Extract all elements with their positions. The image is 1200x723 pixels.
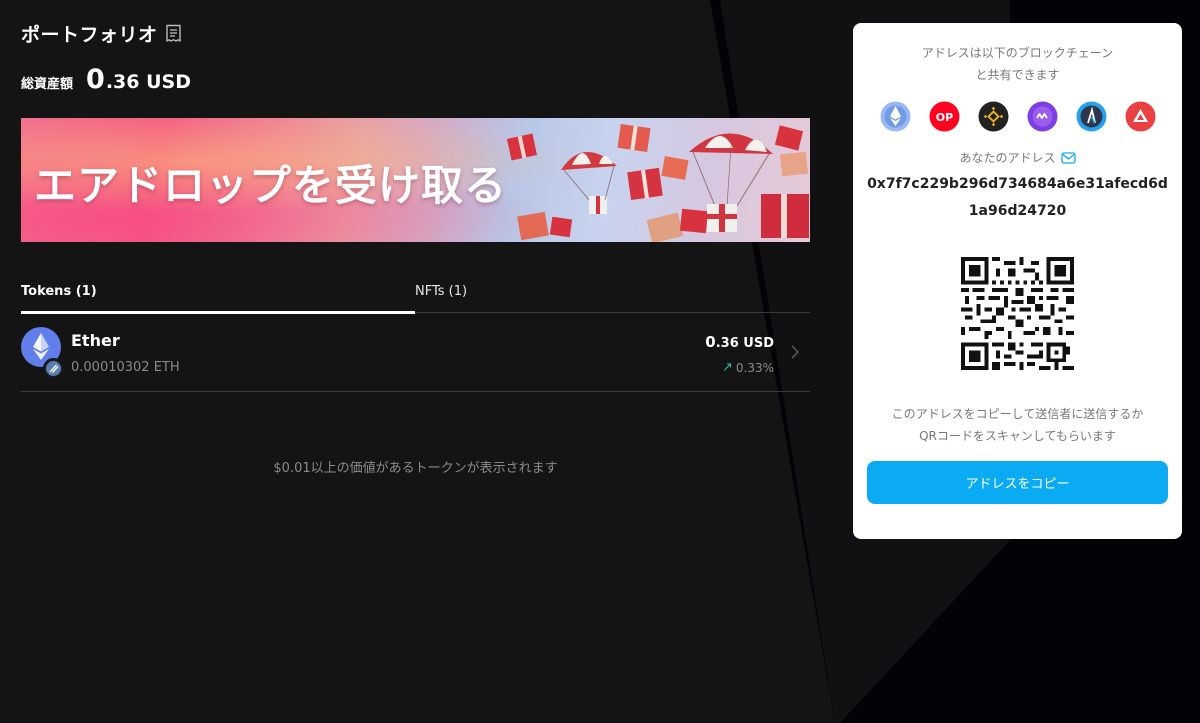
bnb-chain-icon (978, 101, 1009, 132)
token-value-int: 0 (705, 333, 716, 351)
token-change: ↗ 0.33% (722, 360, 774, 375)
tab-tokens[interactable]: Tokens (1) (21, 284, 97, 299)
token-value: 0 .36 USD (705, 333, 774, 351)
token-amount: 0.00010302 ETH (71, 360, 180, 375)
receive-panel: アドレスは以下のブロックチェーン と共有できます OP あなたのアドレス 0x7… (853, 23, 1182, 539)
total-assets-value-int: 0 (86, 64, 105, 95)
arrow-up-right-icon: ↗ (721, 360, 733, 375)
token-change-value: 0.33% (735, 360, 774, 375)
mail-icon[interactable] (1060, 151, 1076, 164)
total-assets-label: 総資産額 (21, 77, 74, 92)
min-value-note: $0.01以上の価値があるトークンが表示されます (273, 461, 558, 476)
total-assets: 総資産額 0 .36 USD (21, 64, 191, 95)
polygon-icon (1027, 101, 1058, 132)
chevron-right-icon (791, 345, 800, 359)
total-assets-value-rest: .36 USD (105, 71, 191, 93)
optimism-icon: OP (929, 101, 960, 132)
token-name: Ether (71, 331, 120, 350)
ethereum-icon (880, 101, 911, 132)
receipt-icon[interactable] (165, 24, 182, 43)
token-value-rest: .36 USD (715, 336, 774, 351)
avalanche-icon (1125, 101, 1156, 132)
airdrop-banner-text: エアドロップを受け取る (34, 161, 508, 210)
address-label: あなたのアドレス (959, 151, 1056, 165)
asset-tabs: Tokens (1) NFTs (1) (21, 278, 810, 314)
copy-address-button[interactable]: アドレスをコピー (867, 461, 1168, 504)
copy-instruction-line1: このアドレスをコピーして送信者に送信するか (891, 407, 1144, 421)
arbitrum-icon (1076, 101, 1107, 132)
title-row: ポートフォリオ (21, 20, 182, 47)
supported-chains: OP (880, 101, 1156, 132)
wallet-address: 0x7f7c229b296d734684a6e31afecd6d1a96d247… (867, 176, 1168, 219)
svg-text:OP: OP (936, 111, 953, 124)
airdrop-banner[interactable]: エアドロップを受け取る (21, 118, 810, 242)
address-label-row: あなたのアドレス (853, 149, 1182, 166)
page-title: ポートフォリオ (21, 24, 158, 46)
share-note-line2: と共有できます (975, 68, 1060, 82)
address-qr-code (961, 257, 1074, 370)
token-row-ether[interactable]: Ether 0.00010302 ETH 0 .36 USD ↗ 0.33% (21, 314, 810, 392)
copy-instruction-line2: QRコードをスキャンしてもらいます (919, 429, 1116, 443)
tab-nfts[interactable]: NFTs (1) (415, 284, 467, 299)
network-badge-icon (43, 358, 64, 379)
share-note-line1: アドレスは以下のブロックチェーン (921, 46, 1114, 60)
